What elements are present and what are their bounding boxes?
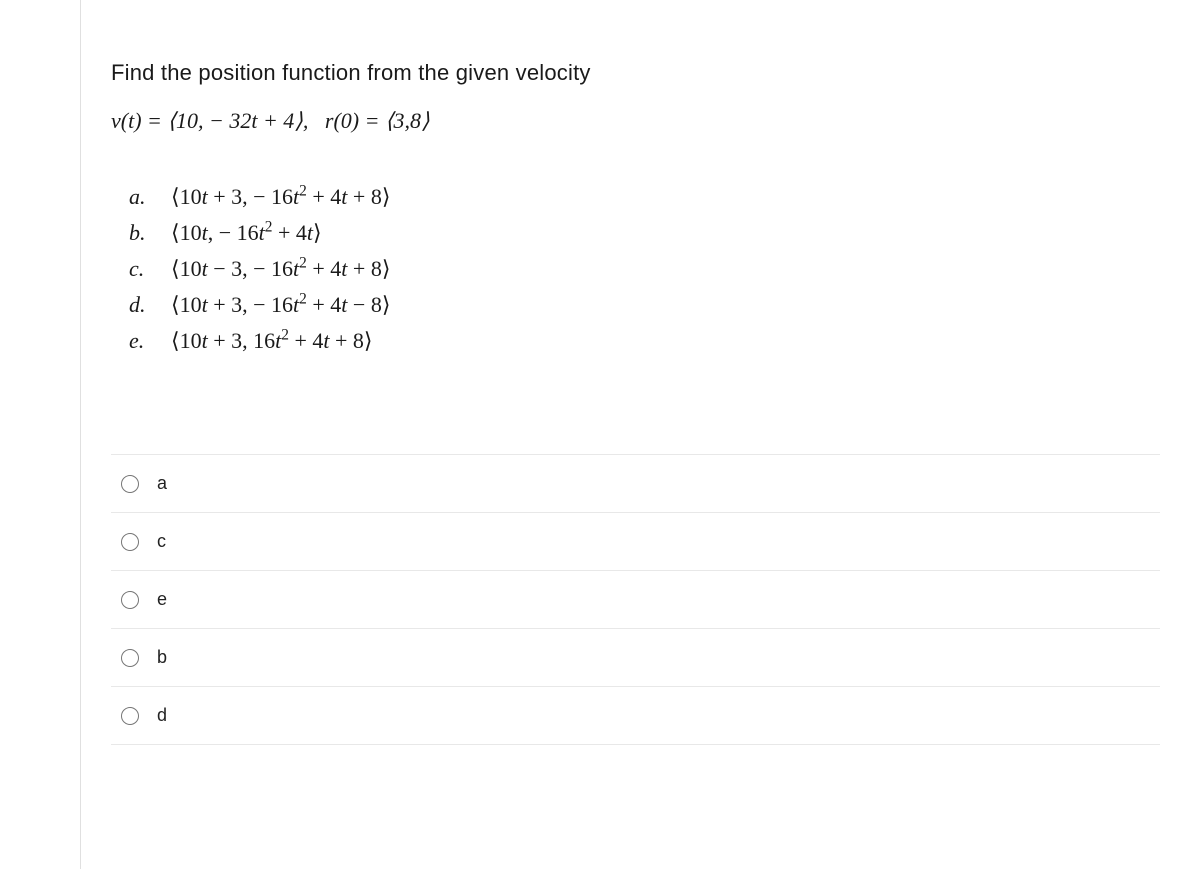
answer-letter: c. [129, 256, 171, 282]
answer-item-a: a. ⟨10t + 3, − 16t2 + 4t + 8⟩ [129, 184, 1160, 210]
answer-item-b: b. ⟨10t, − 16t2 + 4t⟩ [129, 220, 1160, 246]
answer-expression: ⟨10t + 3, 16t2 + 4t + 8⟩ [171, 328, 373, 354]
radio-label: c [157, 531, 166, 552]
answer-list: a. ⟨10t + 3, − 16t2 + 4t + 8⟩ b. ⟨10t, −… [129, 184, 1160, 354]
answer-item-e: e. ⟨10t + 3, 16t2 + 4t + 8⟩ [129, 328, 1160, 354]
radio-input-e[interactable] [121, 591, 139, 609]
answer-item-d: d. ⟨10t + 3, − 16t2 + 4t − 8⟩ [129, 292, 1160, 318]
radio-option-a[interactable]: a [111, 454, 1160, 512]
radio-label: d [157, 705, 167, 726]
radio-option-e[interactable]: e [111, 570, 1160, 628]
radio-input-d[interactable] [121, 707, 139, 725]
radio-input-c[interactable] [121, 533, 139, 551]
answer-letter: d. [129, 292, 171, 318]
radio-label: a [157, 473, 167, 494]
radio-option-c[interactable]: c [111, 512, 1160, 570]
radio-label: b [157, 647, 167, 668]
radio-input-a[interactable] [121, 475, 139, 493]
answer-expression: ⟨10t + 3, − 16t2 + 4t − 8⟩ [171, 292, 390, 318]
radio-label: e [157, 589, 167, 610]
answer-expression: ⟨10t + 3, − 16t2 + 4t + 8⟩ [171, 184, 390, 210]
question-container: Find the position function from the give… [80, 0, 1200, 869]
answer-letter: b. [129, 220, 171, 246]
question-prompt: Find the position function from the give… [111, 60, 1160, 86]
answer-letter: a. [129, 184, 171, 210]
answer-expression: ⟨10t − 3, − 16t2 + 4t + 8⟩ [171, 256, 390, 282]
radio-input-b[interactable] [121, 649, 139, 667]
radio-option-d[interactable]: d [111, 686, 1160, 745]
radio-option-list: a c e b d [111, 454, 1160, 745]
answer-letter: e. [129, 328, 171, 354]
answer-expression: ⟨10t, − 16t2 + 4t⟩ [171, 220, 322, 246]
answer-item-c: c. ⟨10t − 3, − 16t2 + 4t + 8⟩ [129, 256, 1160, 282]
question-equation: v(t) = ⟨10, − 32t + 4⟩, r(0) = ⟨3,8⟩ [111, 108, 1160, 134]
radio-option-b[interactable]: b [111, 628, 1160, 686]
